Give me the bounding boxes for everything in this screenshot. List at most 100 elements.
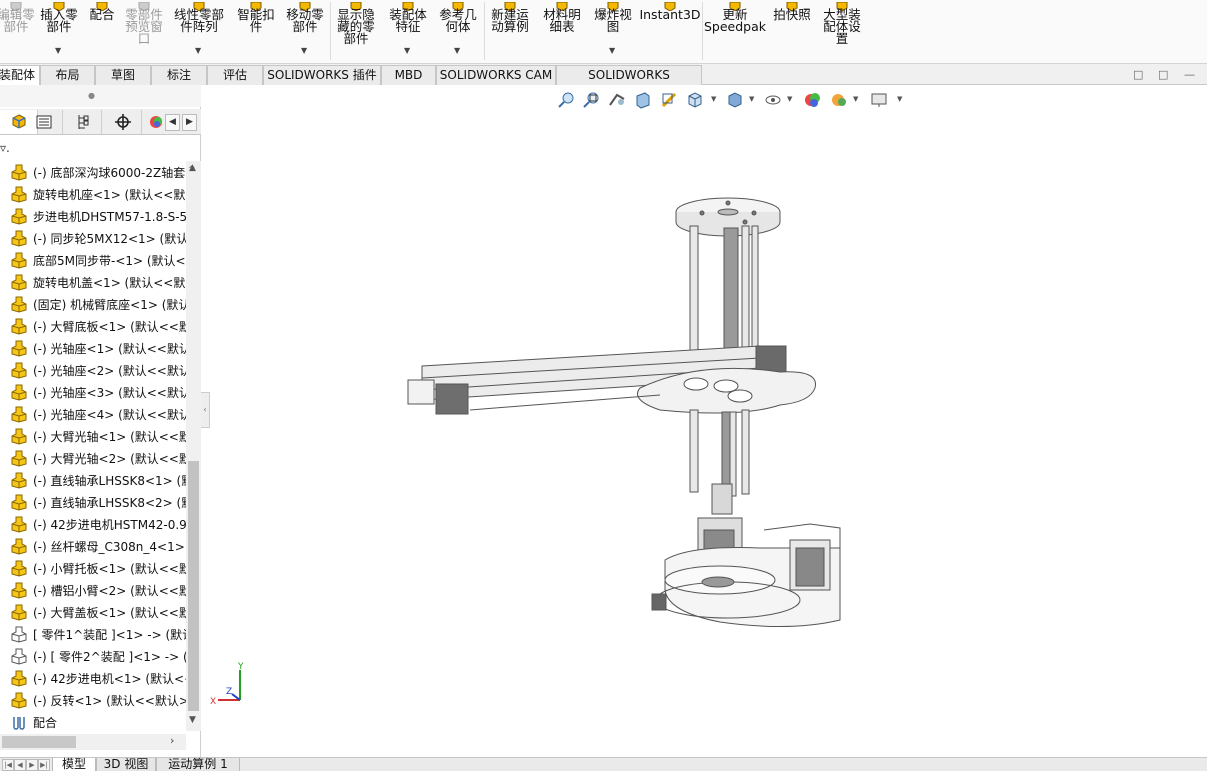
tree-item[interactable]: (固定) 机械臂底座<1> (默认 [0, 293, 186, 315]
new-motion-study-button[interactable]: 新建运 动算例 [486, 0, 534, 62]
insert-components-dropdown-icon[interactable]: ▼ [55, 46, 61, 55]
scroll-thumb[interactable] [188, 461, 199, 711]
property-manager-tab[interactable] [25, 110, 63, 134]
configuration-manager-tab[interactable] [64, 110, 102, 134]
panel-collapse-handle[interactable]: ‹ [201, 392, 210, 428]
tree-item[interactable]: (-) 丝杆螺母_C308n_4<1> ( [0, 535, 186, 557]
hide-show-items-icon[interactable] [763, 90, 783, 110]
hscroll-thumb[interactable] [2, 736, 76, 748]
prev-tab-button[interactable]: ◀ [14, 759, 26, 771]
tree-item[interactable]: 底部5M同步带-<1> (默认< [0, 249, 186, 271]
dynamic-annotation-icon[interactable] [659, 90, 679, 110]
scroll-down-arrow[interactable]: ▼ [189, 715, 196, 725]
minimize-icon[interactable]: — [1184, 68, 1195, 81]
move-component-dropdown-icon[interactable]: ▼ [301, 46, 307, 55]
view-settings-dropdown[interactable]: ▼ [897, 95, 902, 103]
insert-components-button[interactable]: 插入零 部件 ▼ [38, 0, 80, 62]
tree-item[interactable]: (-) 42步进电机HSTM42-0.9 [0, 513, 186, 535]
tree-item[interactable]: 步进电机DHSTM57-1.8-S-5 [0, 205, 186, 227]
tab-layout[interactable]: 布局 [40, 65, 95, 85]
tree-item[interactable]: (-) 直线轴承LHSSK8<1> (默 [0, 469, 186, 491]
last-tab-button[interactable]: ▶| [38, 759, 50, 771]
apply-scene-icon[interactable] [829, 90, 849, 110]
tree-vertical-scrollbar[interactable]: ▲ ▼ [186, 161, 201, 731]
apply-scene-dropdown[interactable]: ▼ [853, 95, 858, 103]
tree-item[interactable]: 旋转电机座<1> (默认<<默认 [0, 183, 186, 205]
zoom-to-area-icon[interactable] [581, 90, 601, 110]
mate-button[interactable]: 配合 [84, 0, 120, 62]
tree-item[interactable]: (-) 光轴座<1> (默认<<默认 [0, 337, 186, 359]
tree-item[interactable]: (-) 大臂光轴<1> (默认<<默 [0, 425, 186, 447]
tab-scroll-right-button[interactable]: ▶ [182, 114, 197, 131]
tab-evaluate[interactable]: 评估 [207, 65, 263, 85]
tree-item[interactable]: (-) 光轴座<4> (默认<<默认 [0, 403, 186, 425]
tab-scroll-left-button[interactable]: ◀ [165, 114, 180, 131]
panel-grip[interactable]: ● [0, 85, 201, 107]
view-settings-icon[interactable] [869, 90, 889, 110]
restore-left-icon[interactable]: □ [1133, 68, 1143, 81]
tree-item[interactable]: (-) 槽铝小臂<2> (默认<<默 [0, 579, 186, 601]
instant3d-button[interactable]: Instant3D [639, 0, 701, 62]
tab-solidworks-inspection[interactable]: SOLIDWORKS Inspection [556, 65, 702, 100]
section-view-icon[interactable] [633, 90, 653, 110]
bottom-tab-motion-study-1[interactable]: 运动算例 1 [156, 758, 240, 771]
first-tab-button[interactable]: |◀ [2, 759, 14, 771]
view-orientation-dropdown[interactable]: ▼ [711, 95, 716, 103]
tree-item[interactable]: (-) 直线轴承LHSSK8<2> (默 [0, 491, 186, 513]
assembly-features-dropdown-icon[interactable]: ▼ [404, 46, 410, 55]
tree-item[interactable]: (-) [ 零件2^装配 ]<1> -> ( [0, 645, 186, 667]
next-tab-button[interactable]: ▶ [26, 759, 38, 771]
large-assembly-settings-button[interactable]: 大型装 配体设 置 [818, 0, 866, 62]
linear-component-pattern-dropdown-icon[interactable]: ▼ [195, 46, 201, 55]
bill-of-materials-button[interactable]: 材料明 细表 [538, 0, 586, 62]
linear-component-pattern-button[interactable]: 线性零部 件阵列 ▼ [168, 0, 230, 62]
filter-icon[interactable]: ▿. [0, 141, 10, 155]
bottom-tab-3d-views[interactable]: 3D 视图 [96, 758, 156, 771]
move-component-button[interactable]: 移动零 部件 ▼ [282, 0, 328, 62]
dimxpert-tab[interactable] [104, 110, 142, 134]
tree-item[interactable]: [ 零件1^装配 ]<1> -> (默认 [0, 623, 186, 645]
tab-markup[interactable]: 标注 [151, 65, 207, 85]
display-manager-tab[interactable] [143, 110, 167, 134]
reference-geometry-dropdown-icon[interactable]: ▼ [454, 46, 460, 55]
take-snapshot-button[interactable]: 拍快照 [768, 0, 816, 62]
component-preview-window-button[interactable]: 零部件 预览窗 口 [122, 0, 166, 62]
reference-geometry-button[interactable]: 参考几 何体 ▼ [434, 0, 482, 62]
tree-item[interactable]: 配合 [0, 711, 186, 731]
display-style-icon[interactable] [725, 90, 745, 110]
tree-item[interactable]: (-) 大臂光轴<2> (默认<<默 [0, 447, 186, 469]
show-hidden-components-button[interactable]: 显示隐 藏的零 部件 [332, 0, 380, 62]
assembly-model[interactable] [210, 85, 1207, 757]
zoom-to-fit-icon[interactable] [556, 90, 576, 110]
tab-assembly[interactable]: 装配体 [0, 65, 40, 86]
hide-show-dropdown[interactable]: ▼ [787, 95, 792, 103]
tree-item[interactable]: (-) 底部深沟球6000-2Z轴套 [0, 161, 186, 183]
bottom-tab-model[interactable]: 模型 [52, 758, 96, 771]
tree-item[interactable]: (-) 大臂底板<1> (默认<<默 [0, 315, 186, 337]
assembly-features-button[interactable]: 装配体 特征 ▼ [384, 0, 432, 62]
tree-item[interactable]: 旋转电机盖<1> (默认<<默认 [0, 271, 186, 293]
update-speedpak-button[interactable]: 更新 Speedpak [704, 0, 766, 62]
exploded-view-button[interactable]: 爆炸视 图 ▼ [590, 0, 636, 62]
tree-item[interactable]: (-) 光轴座<3> (默认<<默认 [0, 381, 186, 403]
graphics-area[interactable]: Y X Z [210, 85, 1207, 757]
tree-filter[interactable]: ▿. [0, 137, 201, 159]
view-orientation-icon[interactable] [685, 90, 705, 110]
previous-view-icon[interactable] [607, 90, 627, 110]
display-style-dropdown[interactable]: ▼ [749, 95, 754, 103]
hscroll-right-arrow[interactable]: › [170, 734, 174, 747]
edit-component-button[interactable]: 编辑零 部件 [0, 0, 36, 62]
tab-sketch[interactable]: 草图 [95, 65, 151, 85]
exploded-view-dropdown-icon[interactable]: ▼ [609, 46, 615, 55]
tree-item[interactable]: (-) 同步轮5MX12<1> (默认 [0, 227, 186, 249]
restore-right-icon[interactable]: □ [1158, 68, 1168, 81]
tree-item[interactable]: (-) 光轴座<2> (默认<<默认 [0, 359, 186, 381]
tree-item[interactable]: (-) 大臂盖板<1> (默认<<默 [0, 601, 186, 623]
edit-appearance-icon[interactable] [803, 90, 823, 110]
smart-fasteners-button[interactable]: 智能扣 件 [232, 0, 280, 62]
tree-item[interactable]: (-) 反转<1> (默认<<默认> [0, 689, 186, 711]
tree-item[interactable]: (-) 小臂托板<1> (默认<<默 [0, 557, 186, 579]
tab-mbd[interactable]: MBD [381, 65, 436, 85]
tree-collapse-caret[interactable]: ^ [188, 165, 196, 175]
tab-solidworks-addins[interactable]: SOLIDWORKS 插件 [263, 65, 381, 85]
